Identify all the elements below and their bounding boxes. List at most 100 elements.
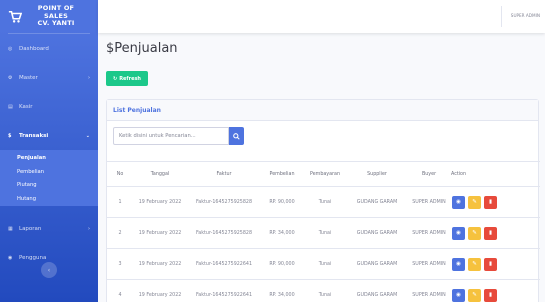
search-button[interactable] [229,127,244,145]
cell-pembelian: RP. 34,000 [261,217,303,249]
view-button[interactable]: ◉ [452,257,465,271]
cart-icon: ▤ [8,103,13,110]
column-header[interactable]: Buyer [407,161,451,187]
pencil-icon: ✎ [472,292,477,299]
search-input[interactable] [113,127,229,145]
page-title-text: Penjualan [114,41,178,56]
cell-pembelian: RP. 90,000 [261,186,303,218]
topbar-divider [501,6,502,27]
cell-pembelian: RP. 34,000 [261,279,303,302]
chevron-left-icon: ‹ [47,266,51,274]
submenu-item-penjualan[interactable]: Penjualan [0,152,98,166]
cell-faktur: Faktur-1645275925828 [187,217,261,249]
chevron-right-icon: › [88,225,90,232]
cog-icon: ⚙ [8,74,13,81]
column-header: Action [451,161,540,187]
column-header[interactable]: Pembayaran [303,161,347,187]
chevron-right-icon: › [88,74,90,81]
sidebar-item-label: Transaksi [19,132,49,139]
refresh-label: Refresh [119,75,141,82]
card-title: List Penjualan [107,100,538,121]
view-button[interactable]: ◉ [452,226,465,240]
refresh-icon: ↻ [112,75,118,82]
delete-button[interactable]: ▮ [484,195,497,209]
edit-button[interactable]: ✎ [468,195,481,209]
edit-button[interactable]: ✎ [468,288,481,302]
column-header[interactable]: No [107,161,133,187]
sidebar-item-label: Kasir [19,103,33,110]
report-icon: ▦ [8,225,13,232]
dashboard-icon: ◎ [8,45,13,52]
trash-icon: ▮ [488,261,493,267]
sidebar-item-master[interactable]: ⚙ Master › [0,63,98,92]
topbar: SUPER ADMIN [98,0,545,33]
column-header[interactable]: Faktur [187,161,261,187]
cell-no: 3 [107,248,133,280]
list-card: List Penjualan No Tanggal Faktur Pembeli… [106,99,540,302]
sidebar-item-laporan[interactable]: ▦ Laporan › [0,214,98,243]
sales-table: No Tanggal Faktur Pembelian Pembayaran S… [107,161,540,302]
brand[interactable]: POINT OF SALES CV. YANTI [0,0,98,33]
delete-button[interactable]: ▮ [484,288,497,302]
user-menu[interactable]: SUPER ADMIN [511,13,540,18]
refresh-button[interactable]: ↻ Refresh [106,71,148,86]
sidebar-toggle-button[interactable]: ‹ [41,262,57,278]
cart-logo-icon [8,10,22,24]
edit-button[interactable]: ✎ [468,226,481,240]
sidebar-item-label: Pengguna [19,254,47,261]
column-header[interactable]: Tanggal [133,161,187,187]
table-row: 4 19 February 2022 Faktur-1645275922641 … [107,279,540,302]
cell-no: 1 [107,186,133,218]
pencil-icon: ✎ [472,230,477,236]
cell-buyer: SUPER ADMIN [407,217,451,249]
pencil-icon: ✎ [472,199,477,205]
cell-pembelian: RP. 90,000 [261,248,303,280]
sidebar-item-label: Dashboard [19,45,49,52]
submenu-item-piutang[interactable]: Piutang [0,179,98,193]
cell-tanggal: 19 February 2022 [133,248,187,280]
table-row: 3 19 February 2022 Faktur-1645275922641 … [107,248,540,280]
cell-supplier: GUDANG GARAM [347,217,407,249]
chevron-down-icon: ⌄ [85,132,90,139]
table-row: 1 19 February 2022 Faktur-1645275925828 … [107,186,540,218]
delete-button[interactable]: ▮ [484,226,497,240]
pencil-icon: ✎ [472,261,477,267]
submenu-item-pembelian[interactable]: Pembelian [0,166,98,180]
table-header-row: No Tanggal Faktur Pembelian Pembayaran S… [107,161,540,187]
cell-no: 4 [107,279,133,302]
cell-supplier: GUDANG GARAM [347,186,407,218]
sidebar-item-dashboard[interactable]: ◎ Dashboard [0,34,98,63]
trash-icon: ▮ [488,230,493,236]
sidebar-item-label: Master [19,74,38,81]
cell-supplier: GUDANG GARAM [347,279,407,302]
cell-no: 2 [107,217,133,249]
cell-buyer: SUPER ADMIN [407,279,451,302]
user-icon: ◉ [8,254,13,261]
edit-button[interactable]: ✎ [468,257,481,271]
transaksi-submenu: Penjualan Pembelian Piutang Hutang [0,150,98,206]
cell-pembayaran: Tunai [303,186,347,218]
sidebar-item-kasir[interactable]: ▤ Kasir [0,92,98,121]
search-group [113,127,244,145]
cell-tanggal: 19 February 2022 [133,186,187,218]
delete-button[interactable]: ▮ [484,257,497,271]
submenu-item-hutang[interactable]: Hutang [0,193,98,207]
cell-action: ◉ ✎ ▮ [451,279,540,302]
cell-pembayaran: Tunai [303,248,347,280]
page-title: $Penjualan [106,41,178,56]
column-header[interactable]: Pembelian [261,161,303,187]
eye-icon: ◉ [456,199,461,205]
sidebar-item-transaksi[interactable]: $ Transaksi ⌄ [0,121,98,150]
eye-icon: ◉ [456,230,461,236]
cell-buyer: SUPER ADMIN [407,186,451,218]
view-button[interactable]: ◉ [452,288,465,302]
view-button[interactable]: ◉ [452,195,465,209]
brand-text: POINT OF SALES CV. YANTI [37,4,75,28]
trash-icon: ▮ [488,199,493,205]
cell-tanggal: 19 February 2022 [133,279,187,302]
cell-tanggal: 19 February 2022 [133,217,187,249]
eye-icon: ◉ [456,261,461,267]
cell-faktur: Faktur-1645275922641 [187,248,261,280]
column-header[interactable]: Supplier [347,161,407,187]
trash-icon: ▮ [488,292,493,299]
